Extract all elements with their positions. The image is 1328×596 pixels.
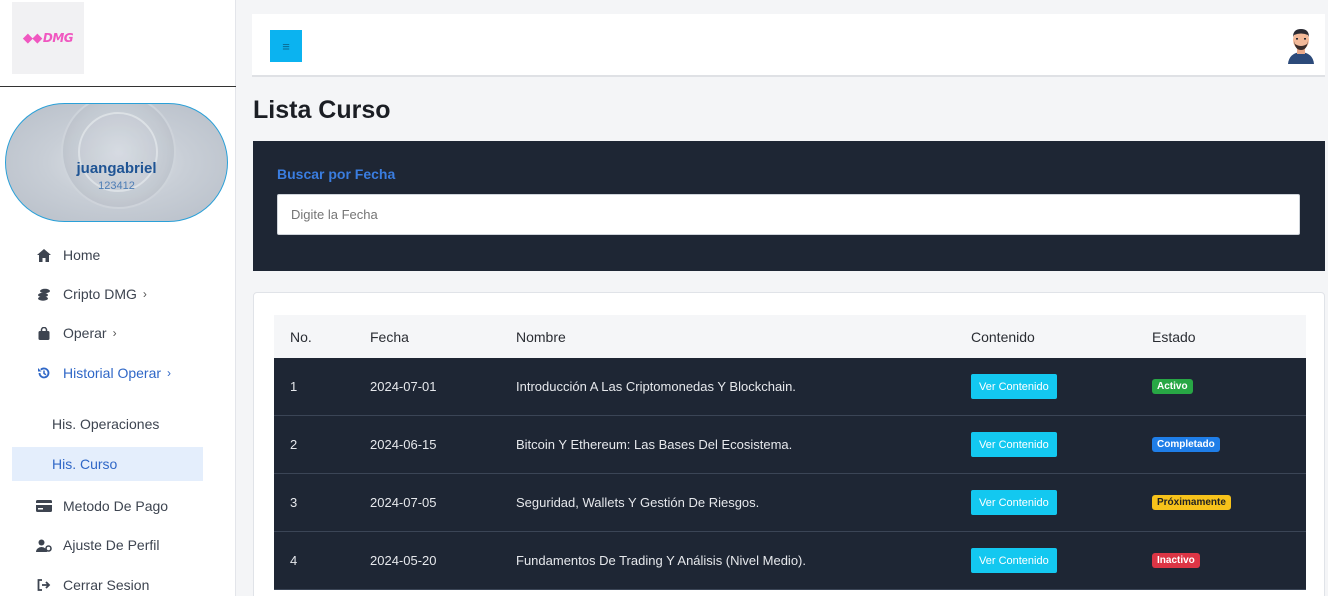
user-cog-icon xyxy=(35,539,53,552)
sidebar-subitem-his-curso[interactable]: His. Curso xyxy=(12,447,203,481)
menu-toggle-button[interactable]: ≡ xyxy=(270,30,302,62)
cell-contenido: Ver Contenido xyxy=(971,532,1057,589)
cell-fecha: 2024-05-20 xyxy=(370,553,437,568)
profile-user-id: 123412 xyxy=(98,180,135,192)
chevron-right-icon: › xyxy=(142,287,147,301)
ver-contenido-button[interactable]: Ver Contenido xyxy=(971,490,1057,515)
sidebar-item-ajuste-de-perfil[interactable]: Ajuste De Perfil xyxy=(0,527,236,563)
cell-contenido: Ver Contenido xyxy=(971,416,1057,473)
cell-no: 3 xyxy=(290,495,298,510)
brand-logo[interactable]: ◆◆DMG xyxy=(12,2,84,74)
column-header-fecha: Fecha xyxy=(370,328,409,345)
sidebar: ◆◆DMG juangabriel 123412 Home Cripto DMG… xyxy=(0,0,236,596)
course-table: No. Fecha Nombre Contenido Estado 1 2024… xyxy=(274,315,1306,590)
cell-no: 4 xyxy=(290,553,298,568)
bag-icon xyxy=(35,326,53,340)
course-table-card: No. Fecha Nombre Contenido Estado 1 2024… xyxy=(253,292,1325,596)
logo-mark-icon: ◆◆ xyxy=(22,30,43,46)
table-row: 3 2024-07-05 Seguridad, Wallets Y Gestió… xyxy=(274,474,1306,532)
topbar: ≡ xyxy=(252,14,1325,77)
avatar-icon xyxy=(1288,29,1314,64)
status-badge: Completado xyxy=(1152,437,1220,452)
user-avatar[interactable] xyxy=(1285,26,1317,64)
logout-icon xyxy=(35,579,53,591)
table-row: 4 2024-05-20 Fundamentos De Trading Y An… xyxy=(274,532,1306,590)
chevron-right-icon: › xyxy=(112,326,117,340)
sidebar-item-cerrar-sesion[interactable]: Cerrar Sesion xyxy=(0,567,236,596)
ver-contenido-button[interactable]: Ver Contenido xyxy=(971,548,1057,573)
chevron-right-icon: › xyxy=(167,366,172,380)
cell-no: 1 xyxy=(290,379,298,394)
status-badge: Activo xyxy=(1152,379,1193,394)
ver-contenido-button[interactable]: Ver Contenido xyxy=(971,432,1057,457)
sidebar-item-operar[interactable]: Operar › xyxy=(0,315,236,351)
cell-contenido: Ver Contenido xyxy=(971,474,1057,531)
cell-estado: Inactivo xyxy=(1152,532,1200,589)
coins-icon xyxy=(35,288,53,301)
sidebar-item-historial-operar[interactable]: Historial Operar › xyxy=(0,355,236,391)
ver-contenido-button[interactable]: Ver Contenido xyxy=(971,374,1057,399)
column-header-nombre: Nombre xyxy=(516,328,566,345)
cell-nombre: Seguridad, Wallets Y Gestión De Riesgos. xyxy=(516,495,760,510)
search-panel: Buscar por Fecha xyxy=(253,141,1325,271)
profile-username: juangabriel xyxy=(76,160,157,177)
cell-estado: Próximamente xyxy=(1152,474,1231,531)
table-header: No. Fecha Nombre Contenido Estado xyxy=(274,315,1306,358)
table-row: 1 2024-07-01 Introducción A Las Criptomo… xyxy=(274,358,1306,416)
cell-fecha: 2024-06-15 xyxy=(370,437,437,452)
search-label: Buscar por Fecha xyxy=(277,166,396,182)
profile-card[interactable]: juangabriel 123412 xyxy=(5,103,228,222)
history-icon xyxy=(35,366,53,380)
sidebar-divider xyxy=(0,86,236,87)
cell-estado: Completado xyxy=(1152,416,1220,473)
date-search-input[interactable] xyxy=(277,194,1300,235)
hamburger-icon: ≡ xyxy=(282,38,290,54)
sidebar-item-home[interactable]: Home xyxy=(0,237,236,273)
home-icon xyxy=(35,248,53,262)
column-header-no: No. xyxy=(290,328,312,345)
sidebar-subitem-his-operaciones[interactable]: His. Operaciones xyxy=(0,407,236,441)
logo-text: ◆◆DMG xyxy=(22,30,74,46)
cell-fecha: 2024-07-01 xyxy=(370,379,437,394)
status-badge: Próximamente xyxy=(1152,495,1231,510)
page-title: Lista Curso xyxy=(253,96,391,124)
sidebar-item-cripto-dmg[interactable]: Cripto DMG › xyxy=(0,276,236,312)
card-icon xyxy=(35,500,53,512)
cell-contenido: Ver Contenido xyxy=(971,358,1057,415)
column-header-contenido: Contenido xyxy=(971,328,1035,345)
cell-estado: Activo xyxy=(1152,358,1193,415)
cell-no: 2 xyxy=(290,437,298,452)
table-row: 2 2024-06-15 Bitcoin Y Ethereum: Las Bas… xyxy=(274,416,1306,474)
sidebar-item-metodo-de-pago[interactable]: Metodo De Pago xyxy=(0,488,236,524)
cell-fecha: 2024-07-05 xyxy=(370,495,437,510)
column-header-estado: Estado xyxy=(1152,328,1196,345)
cell-nombre: Introducción A Las Criptomonedas Y Block… xyxy=(516,379,796,394)
cell-nombre: Fundamentos De Trading Y Análisis (Nivel… xyxy=(516,553,806,568)
status-badge: Inactivo xyxy=(1152,553,1200,568)
cell-nombre: Bitcoin Y Ethereum: Las Bases Del Ecosis… xyxy=(516,437,793,452)
